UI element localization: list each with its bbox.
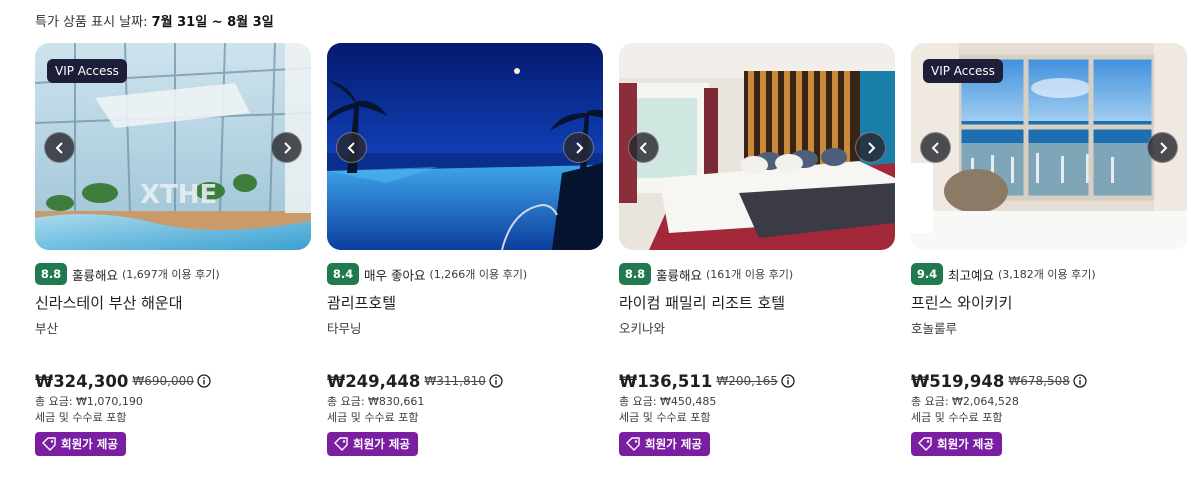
rating-text: 최고예요 <box>948 267 995 283</box>
hotel-name[interactable]: 프린스 와이키키 <box>911 292 1012 313</box>
hotel-card[interactable]: 8.4 매우 좋아요 (1,266개 이용 후기) 괌리프호텔 타무닝 ₩249… <box>327 43 603 463</box>
review-count: (161개 이용 후기) <box>706 268 794 281</box>
hotel-photo[interactable]: VIP Access <box>911 43 1187 250</box>
hotel-card-list: XTHE VIP Access 8.8 훌륭해요 (1,697개 이용 후기) … <box>35 43 1187 473</box>
member-price-label: 회원가 제공 <box>353 437 410 451</box>
svg-text:XTHE: XTHE <box>140 180 217 210</box>
price-row: ₩519,948 ₩678,508 <box>911 369 1087 393</box>
member-price-badge: 회원가 제공 <box>619 432 710 456</box>
price-row: ₩249,448 ₩311,810 <box>327 369 503 393</box>
rating-text: 매우 좋아요 <box>364 267 426 283</box>
info-icon[interactable] <box>489 374 503 388</box>
info-icon[interactable] <box>197 374 211 388</box>
rating-row: 8.4 매우 좋아요 (1,266개 이용 후기) <box>327 263 527 285</box>
tax-note: 세금 및 수수료 포함 <box>911 411 1003 424</box>
previous-photo-button[interactable] <box>336 132 367 163</box>
vip-access-badge: VIP Access <box>47 59 127 83</box>
nightly-price: ₩324,300 <box>35 371 129 391</box>
chevron-right-icon <box>868 142 876 154</box>
tax-note: 세금 및 수수료 포함 <box>35 411 127 424</box>
review-count: (3,182개 이용 후기) <box>998 268 1096 281</box>
chevron-left-icon <box>347 142 355 154</box>
vip-access-badge: VIP Access <box>923 59 1003 83</box>
previous-photo-button[interactable] <box>628 132 659 163</box>
review-count: (1,697개 이용 후기) <box>122 268 220 281</box>
member-price-badge: 회원가 제공 <box>911 432 1002 456</box>
chevron-right-icon <box>576 142 584 154</box>
original-price: ₩200,165 <box>716 374 778 388</box>
deal-dates-value: 7월 31일 ~ 8월 3일 <box>151 15 274 30</box>
tag-icon <box>918 437 932 451</box>
chevron-right-icon <box>284 142 292 154</box>
review-count: (1,266개 이용 후기) <box>429 268 528 281</box>
hotel-city: 타무닝 <box>327 321 362 336</box>
original-price: ₩690,000 <box>132 374 194 388</box>
rating-row: 8.8 훌륭해요 (161개 이용 후기) <box>619 263 793 285</box>
nightly-price: ₩136,511 <box>619 371 713 391</box>
previous-photo-button[interactable] <box>44 132 75 163</box>
info-icon[interactable] <box>1073 374 1087 388</box>
tax-note: 세금 및 수수료 포함 <box>619 411 711 424</box>
hotel-name[interactable]: 신라스테이 부산 해운대 <box>35 292 183 313</box>
hotel-image <box>619 43 895 250</box>
deal-dates-label: 특가 상품 표시 날짜: <box>35 15 148 30</box>
nightly-price: ₩249,448 <box>327 371 421 391</box>
info-icon[interactable] <box>781 374 795 388</box>
hotel-image <box>327 43 603 250</box>
hotel-card[interactable]: VIP Access 9.4 최고예요 (3,182개 이용 후기) 프린스 와… <box>911 43 1187 463</box>
tag-icon <box>42 437 56 451</box>
price-row: ₩324,300 ₩690,000 <box>35 369 211 393</box>
rating-row: 8.8 훌륭해요 (1,697개 이용 후기) <box>35 263 220 285</box>
hotel-card[interactable]: 8.8 훌륭해요 (161개 이용 후기) 라이컴 패밀리 리조트 호텔 오키나… <box>619 43 895 463</box>
hotel-city: 부산 <box>35 321 59 336</box>
review-score-badge: 9.4 <box>911 263 943 285</box>
next-photo-button[interactable] <box>563 132 594 163</box>
member-price-label: 회원가 제공 <box>937 437 994 451</box>
member-price-badge: 회원가 제공 <box>35 432 126 456</box>
next-photo-button[interactable] <box>271 132 302 163</box>
review-score-badge: 8.4 <box>327 263 359 285</box>
tag-icon <box>626 437 640 451</box>
hotel-city: 오키나와 <box>619 321 666 336</box>
deal-dates-header: 특가 상품 표시 날짜: 7월 31일 ~ 8월 3일 <box>35 11 274 30</box>
chevron-left-icon <box>55 142 63 154</box>
hotel-photo[interactable]: XTHE VIP Access <box>35 43 311 250</box>
hotel-card[interactable]: XTHE VIP Access 8.8 훌륭해요 (1,697개 이용 후기) … <box>35 43 311 463</box>
total-price: 총 요금: ₩830,661 <box>327 395 425 408</box>
total-price: 총 요금: ₩1,070,190 <box>35 395 143 408</box>
original-price: ₩678,508 <box>1008 374 1070 388</box>
hotel-city: 호놀룰루 <box>911 321 958 336</box>
member-price-badge: 회원가 제공 <box>327 432 418 456</box>
tag-icon <box>334 437 348 451</box>
hotel-name[interactable]: 라이컴 패밀리 리조트 호텔 <box>619 292 785 313</box>
member-price-label: 회원가 제공 <box>645 437 702 451</box>
previous-photo-button[interactable] <box>920 132 951 163</box>
original-price: ₩311,810 <box>424 374 486 388</box>
member-price-label: 회원가 제공 <box>61 437 118 451</box>
chevron-left-icon <box>931 142 939 154</box>
next-photo-button[interactable] <box>855 132 886 163</box>
next-photo-button[interactable] <box>1147 132 1178 163</box>
hotel-photo[interactable] <box>619 43 895 250</box>
tax-note: 세금 및 수수료 포함 <box>327 411 419 424</box>
rating-text: 훌륭해요 <box>656 267 703 283</box>
total-price: 총 요금: ₩450,485 <box>619 395 717 408</box>
total-price: 총 요금: ₩2,064,528 <box>911 395 1019 408</box>
price-row: ₩136,511 ₩200,165 <box>619 369 795 393</box>
nightly-price: ₩519,948 <box>911 371 1005 391</box>
hotel-photo[interactable] <box>327 43 603 250</box>
hotel-name[interactable]: 괌리프호텔 <box>327 292 396 313</box>
rating-row: 9.4 최고예요 (3,182개 이용 후기) <box>911 263 1096 285</box>
rating-text: 훌륭해요 <box>72 267 119 283</box>
chevron-right-icon <box>1160 142 1168 154</box>
review-score-badge: 8.8 <box>619 263 651 285</box>
chevron-left-icon <box>639 142 647 154</box>
review-score-badge: 8.8 <box>35 263 67 285</box>
